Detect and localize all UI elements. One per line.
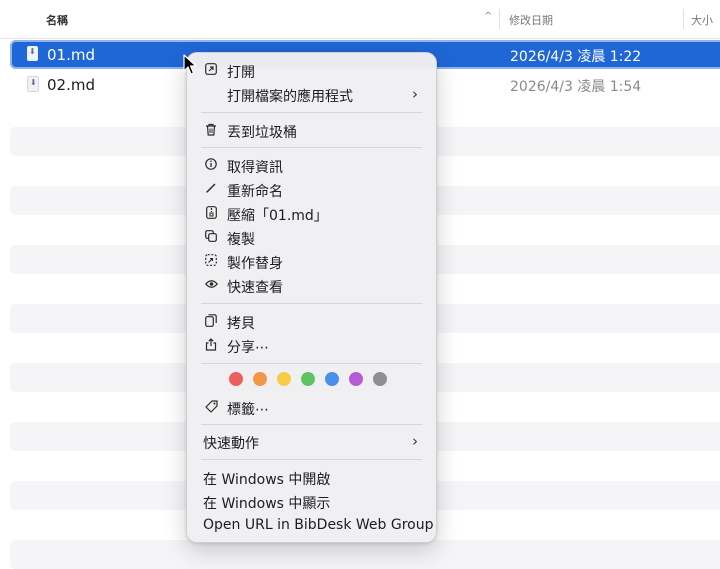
menu-item-open-with[interactable]: 打開檔案的應用程式 › xyxy=(187,82,436,106)
menu-separator xyxy=(201,112,422,113)
menu-item-label: 取得資訊 xyxy=(227,160,283,176)
tag-color-orange[interactable] xyxy=(253,372,267,386)
duplicate-icon xyxy=(204,230,218,244)
column-header-size[interactable]: 大小 xyxy=(691,12,713,28)
menu-separator xyxy=(201,363,422,364)
markdown-file-icon: ⬇ xyxy=(27,76,39,92)
file-date-modified: 2026/4/3 凌晨 1:54 xyxy=(510,79,642,95)
tag-color-blue[interactable] xyxy=(325,372,339,386)
menu-item-open-in-windows[interactable]: 在 Windows 中開啟 xyxy=(187,465,436,489)
menu-item-quick-look[interactable]: 快速查看 xyxy=(187,273,436,297)
menu-item-compress[interactable]: 壓縮「01.md」 xyxy=(187,201,436,225)
menu-item-label: 拷貝 xyxy=(227,316,255,332)
open-arrow-icon xyxy=(204,63,218,77)
menu-item-trash[interactable]: 丟到垃圾桶 xyxy=(187,118,436,142)
tag-color-red[interactable] xyxy=(229,372,243,386)
menu-item-label: 快速動作 xyxy=(203,436,259,452)
copy-icon xyxy=(204,314,218,328)
menu-item-make-alias[interactable]: 製作替身 xyxy=(187,249,436,273)
menu-separator xyxy=(201,303,422,304)
menu-item-label: 在 Windows 中開啟 xyxy=(203,472,331,488)
alias-icon xyxy=(204,254,218,268)
menu-item-label: 在 Windows 中顯示 xyxy=(203,496,331,512)
menu-item-label: 打開 xyxy=(227,65,255,81)
menu-item-label: 標籤⋯ xyxy=(227,402,269,418)
menu-separator xyxy=(201,459,422,460)
menu-item-rename[interactable]: 重新命名 xyxy=(187,177,436,201)
menu-separator xyxy=(201,424,422,425)
menu-item-open-url-bibdesk[interactable]: Open URL in BibDesk Web Group xyxy=(187,513,436,537)
menu-item-label: 分享⋯ xyxy=(227,340,269,356)
context-menu: 打開 打開檔案的應用程式 › 丟到垃圾桶 取得資訊 重新命名 壓縮「01.md」 xyxy=(186,52,437,543)
menu-item-quick-actions[interactable]: 快速動作 › xyxy=(187,429,436,453)
chevron-right-icon: › xyxy=(412,432,418,450)
file-name: 02.md xyxy=(47,76,95,94)
trash-icon xyxy=(204,123,218,137)
tag-color-green[interactable] xyxy=(301,372,315,386)
menu-item-label: 快速查看 xyxy=(227,280,283,296)
list-header: 名稱 ^ 修改日期 大小 xyxy=(0,0,720,39)
menu-item-label: 重新命名 xyxy=(227,184,283,200)
tag-color-purple[interactable] xyxy=(349,372,363,386)
menu-item-get-info[interactable]: 取得資訊 xyxy=(187,153,436,177)
markdown-file-icon: ⬇ xyxy=(27,46,38,61)
menu-item-tags[interactable]: 標籤⋯ xyxy=(187,395,436,419)
share-icon xyxy=(204,338,218,352)
sort-ascending-icon: ^ xyxy=(484,11,493,22)
tag-color-yellow[interactable] xyxy=(277,372,291,386)
menu-item-copy[interactable]: 拷貝 xyxy=(187,309,436,333)
menu-separator xyxy=(201,147,422,148)
chevron-right-icon: › xyxy=(412,85,418,103)
menu-item-label: 複製 xyxy=(227,232,255,248)
menu-item-share[interactable]: 分享⋯ xyxy=(187,333,436,357)
tag-icon xyxy=(204,400,218,414)
menu-item-label: 壓縮「01.md」 xyxy=(227,208,328,224)
column-header-date-modified[interactable]: 修改日期 xyxy=(509,12,553,28)
empty-row-stripe xyxy=(10,540,720,569)
mouse-pointer-icon xyxy=(183,54,197,75)
column-divider[interactable] xyxy=(499,9,500,29)
menu-item-show-in-windows[interactable]: 在 Windows 中顯示 xyxy=(187,489,436,513)
tag-color-gray[interactable] xyxy=(373,372,387,386)
menu-item-label: Open URL in BibDesk Web Group xyxy=(203,517,434,533)
menu-item-label: 丟到垃圾桶 xyxy=(227,125,297,141)
zip-icon xyxy=(204,206,218,220)
file-date-modified: 2026/4/3 凌晨 1:22 xyxy=(510,49,642,65)
column-divider[interactable] xyxy=(683,9,684,29)
menu-item-open[interactable]: 打開 xyxy=(187,58,436,82)
menu-item-label: 打開檔案的應用程式 xyxy=(227,89,353,105)
menu-item-label: 製作替身 xyxy=(227,256,283,272)
column-header-name[interactable]: 名稱 xyxy=(46,12,68,28)
eye-icon xyxy=(204,278,218,292)
pencil-icon xyxy=(204,182,218,196)
file-name: 01.md xyxy=(47,46,95,64)
info-icon xyxy=(204,158,218,172)
menu-item-duplicate[interactable]: 複製 xyxy=(187,225,436,249)
